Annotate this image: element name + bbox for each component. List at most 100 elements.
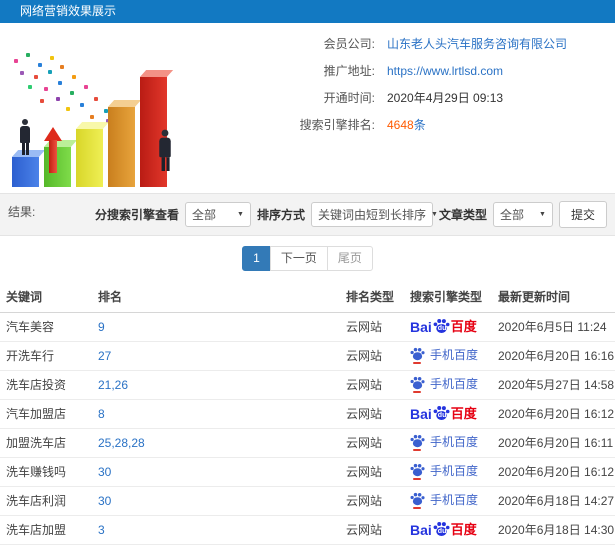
engine-cell: 手机百度 <box>404 370 492 400</box>
page-title: 网络营销效果展示 <box>20 4 117 18</box>
header-updated-time: 最新更新时间 <box>492 280 615 313</box>
promotion-url-label: 推广地址: <box>323 64 375 78</box>
rank-type-cell: 云网站 <box>340 341 404 371</box>
titlebar: 网络营销效果展示 <box>0 0 615 23</box>
open-time-value: 2020年4月29日 09:13 <box>387 91 504 105</box>
rank-cell: 27 <box>92 341 340 371</box>
filter-controls: 分搜索引擎查看 全部 ▼ 排序方式 关键词由短到长排序 ▼ 文章类型 全部 ▼ … <box>95 194 607 235</box>
rank-cell: 30 <box>92 457 340 487</box>
baidu-logo-text-cn: 百度 <box>450 319 477 334</box>
company-link[interactable]: 山东老人头汽车服务咨询有限公司 <box>387 37 567 52</box>
engine-cell: Bai du 百度 <box>404 399 492 429</box>
updated-time-cell: 2020年5月27日 14:58 <box>492 370 615 400</box>
table-row: 洗车店投资 21,26 云网站 手机百度 2020年5月27日 14:58 <box>0 370 615 400</box>
company-label: 会员公司: <box>323 37 375 51</box>
submit-button[interactable]: 提交 <box>558 201 607 228</box>
top-section: 会员公司: 山东老人头汽车服务咨询有限公司 推广地址: https://www.… <box>0 23 615 193</box>
baidu-paw-text: du <box>437 528 447 535</box>
keyword-cell: 洗车店利润 <box>0 486 92 516</box>
account-info-list: 会员公司: 山东老人头汽车服务咨询有限公司 推广地址: https://www.… <box>192 23 615 193</box>
mobile-baidu-logo: 手机百度 <box>410 376 479 393</box>
rank-link[interactable]: 3 <box>98 523 105 537</box>
baidu-logo: Bai du 百度 <box>410 405 477 421</box>
updated-time-cell: 2020年6月18日 14:27 <box>492 486 615 516</box>
rank-cell: 25,28,28 <box>92 428 340 458</box>
header-rank-type: 排名类型 <box>340 280 404 313</box>
filter-bar: 结果: 分搜索引擎查看 全部 ▼ 排序方式 关键词由短到长排序 ▼ 文章类型 全… <box>0 193 615 236</box>
engine-cell: 手机百度 <box>404 457 492 487</box>
keyword-cell: 开洗车行 <box>0 341 92 371</box>
info-row-url: 推广地址: https://www.lrtlsd.com <box>192 64 615 79</box>
updated-time-cell: 2020年6月5日 11:24 <box>492 312 615 342</box>
engine-view-select[interactable]: 全部 ▼ <box>184 202 251 227</box>
sort-select[interactable]: 关键词由短到长排序 ▼ <box>310 202 438 227</box>
mobile-baidu-logo: 手机百度 <box>410 492 478 509</box>
baidu-paw-icon: du <box>433 318 450 334</box>
header-engine-type: 搜索引擎类型 <box>404 280 492 313</box>
baidu-paw-text: du <box>437 412 447 419</box>
article-type-label: 文章类型 <box>438 208 487 222</box>
pagination: 1 下一页 尾页 <box>0 246 615 271</box>
promotion-url-link[interactable]: https://www.lrtlsd.com <box>387 64 503 79</box>
engine-view-selected-value: 全部 <box>191 208 216 222</box>
baidu-logo: Bai du 百度 <box>410 521 477 537</box>
rank-link[interactable]: 30 <box>98 465 111 479</box>
sort-selected-value: 关键词由短到长排序 <box>317 208 426 222</box>
rank-cell: 30 <box>92 486 340 516</box>
baidu-logo-text-bai: Bai <box>410 319 432 335</box>
engine-rank-label: 搜索引擎排名: <box>299 118 375 132</box>
illustration-bar-yellow <box>75 122 110 187</box>
header-keyword: 关键词 <box>0 280 92 313</box>
illustration-bar-blue <box>11 150 46 187</box>
next-page-button[interactable]: 下一页 <box>269 246 328 271</box>
keyword-cell: 洗车店投资 <box>0 370 92 400</box>
keyword-cell: 洗车赚钱吗 <box>0 457 92 487</box>
confetti-decoration <box>0 23 4 27</box>
mobile-baidu-paw-icon <box>410 492 425 509</box>
info-row-company: 会员公司: 山东老人头汽车服务咨询有限公司 <box>192 37 615 52</box>
rank-link[interactable]: 9 <box>98 320 105 334</box>
page-1-button[interactable]: 1 <box>242 246 271 271</box>
engine-rank-unit: 条 <box>413 118 426 132</box>
mobile-baidu-paw-icon <box>410 376 425 393</box>
businessman-figure-right <box>157 129 173 171</box>
chevron-down-icon: ▼ <box>539 211 546 218</box>
mobile-baidu-paw-icon <box>410 434 425 451</box>
baidu-paw-icon: du <box>433 405 450 421</box>
keyword-cell: 汽车加盟店 <box>0 399 92 429</box>
rank-link[interactable]: 27 <box>98 349 111 363</box>
results-table-body: 汽车美容 9 云网站 Bai du 百度 2020年6月5日 11:24 开洗车… <box>0 312 615 545</box>
rank-type-cell: 云网站 <box>340 370 404 400</box>
mobile-baidu-logo: 手机百度 <box>410 463 478 480</box>
updated-time-cell: 2020年6月20日 16:12 <box>492 399 615 429</box>
rank-link[interactable]: 25,28,28 <box>98 436 145 450</box>
rank-cell: 21,26 <box>92 370 340 400</box>
rank-cell: 8 <box>92 399 340 429</box>
table-row: 汽车美容 9 云网站 Bai du 百度 2020年6月5日 11:24 <box>0 312 615 342</box>
sort-label: 排序方式 <box>256 208 305 222</box>
baidu-paw-text: du <box>437 325 447 332</box>
chevron-down-icon: ▼ <box>237 211 244 218</box>
engine-rank-count: 4648 <box>387 118 414 132</box>
table-row: 洗车店利润 30 云网站 手机百度 2020年6月18日 14:27 <box>0 486 615 516</box>
rank-link[interactable]: 21,26 <box>98 378 128 392</box>
baidu-paw-icon: du <box>433 521 450 537</box>
engine-cell: 手机百度 <box>404 486 492 516</box>
table-row: 开洗车行 27 云网站 手机百度 2020年6月20日 16:16 <box>0 341 615 371</box>
mobile-baidu-label: 手机百度 <box>430 377 479 391</box>
rank-link[interactable]: 30 <box>98 494 111 508</box>
table-row: 洗车赚钱吗 30 云网站 手机百度 2020年6月20日 16:12 <box>0 457 615 487</box>
open-time-label: 开通时间: <box>323 91 375 105</box>
rank-type-cell: 云网站 <box>340 399 404 429</box>
mobile-baidu-label: 手机百度 <box>430 348 479 362</box>
mobile-baidu-paw-icon <box>410 463 425 480</box>
last-page-button[interactable]: 尾页 <box>326 246 373 271</box>
businessman-figure-left <box>18 119 32 155</box>
table-header-row: 关键词 排名 排名类型 搜索引擎类型 最新更新时间 <box>0 280 615 313</box>
article-type-selected-value: 全部 <box>499 208 524 222</box>
baidu-logo: Bai du 百度 <box>410 318 477 334</box>
article-type-select[interactable]: 全部 ▼ <box>492 202 553 227</box>
baidu-logo-text-bai: Bai <box>410 406 432 422</box>
rank-link[interactable]: 8 <box>98 407 105 421</box>
keyword-cell: 加盟洗车店 <box>0 428 92 458</box>
